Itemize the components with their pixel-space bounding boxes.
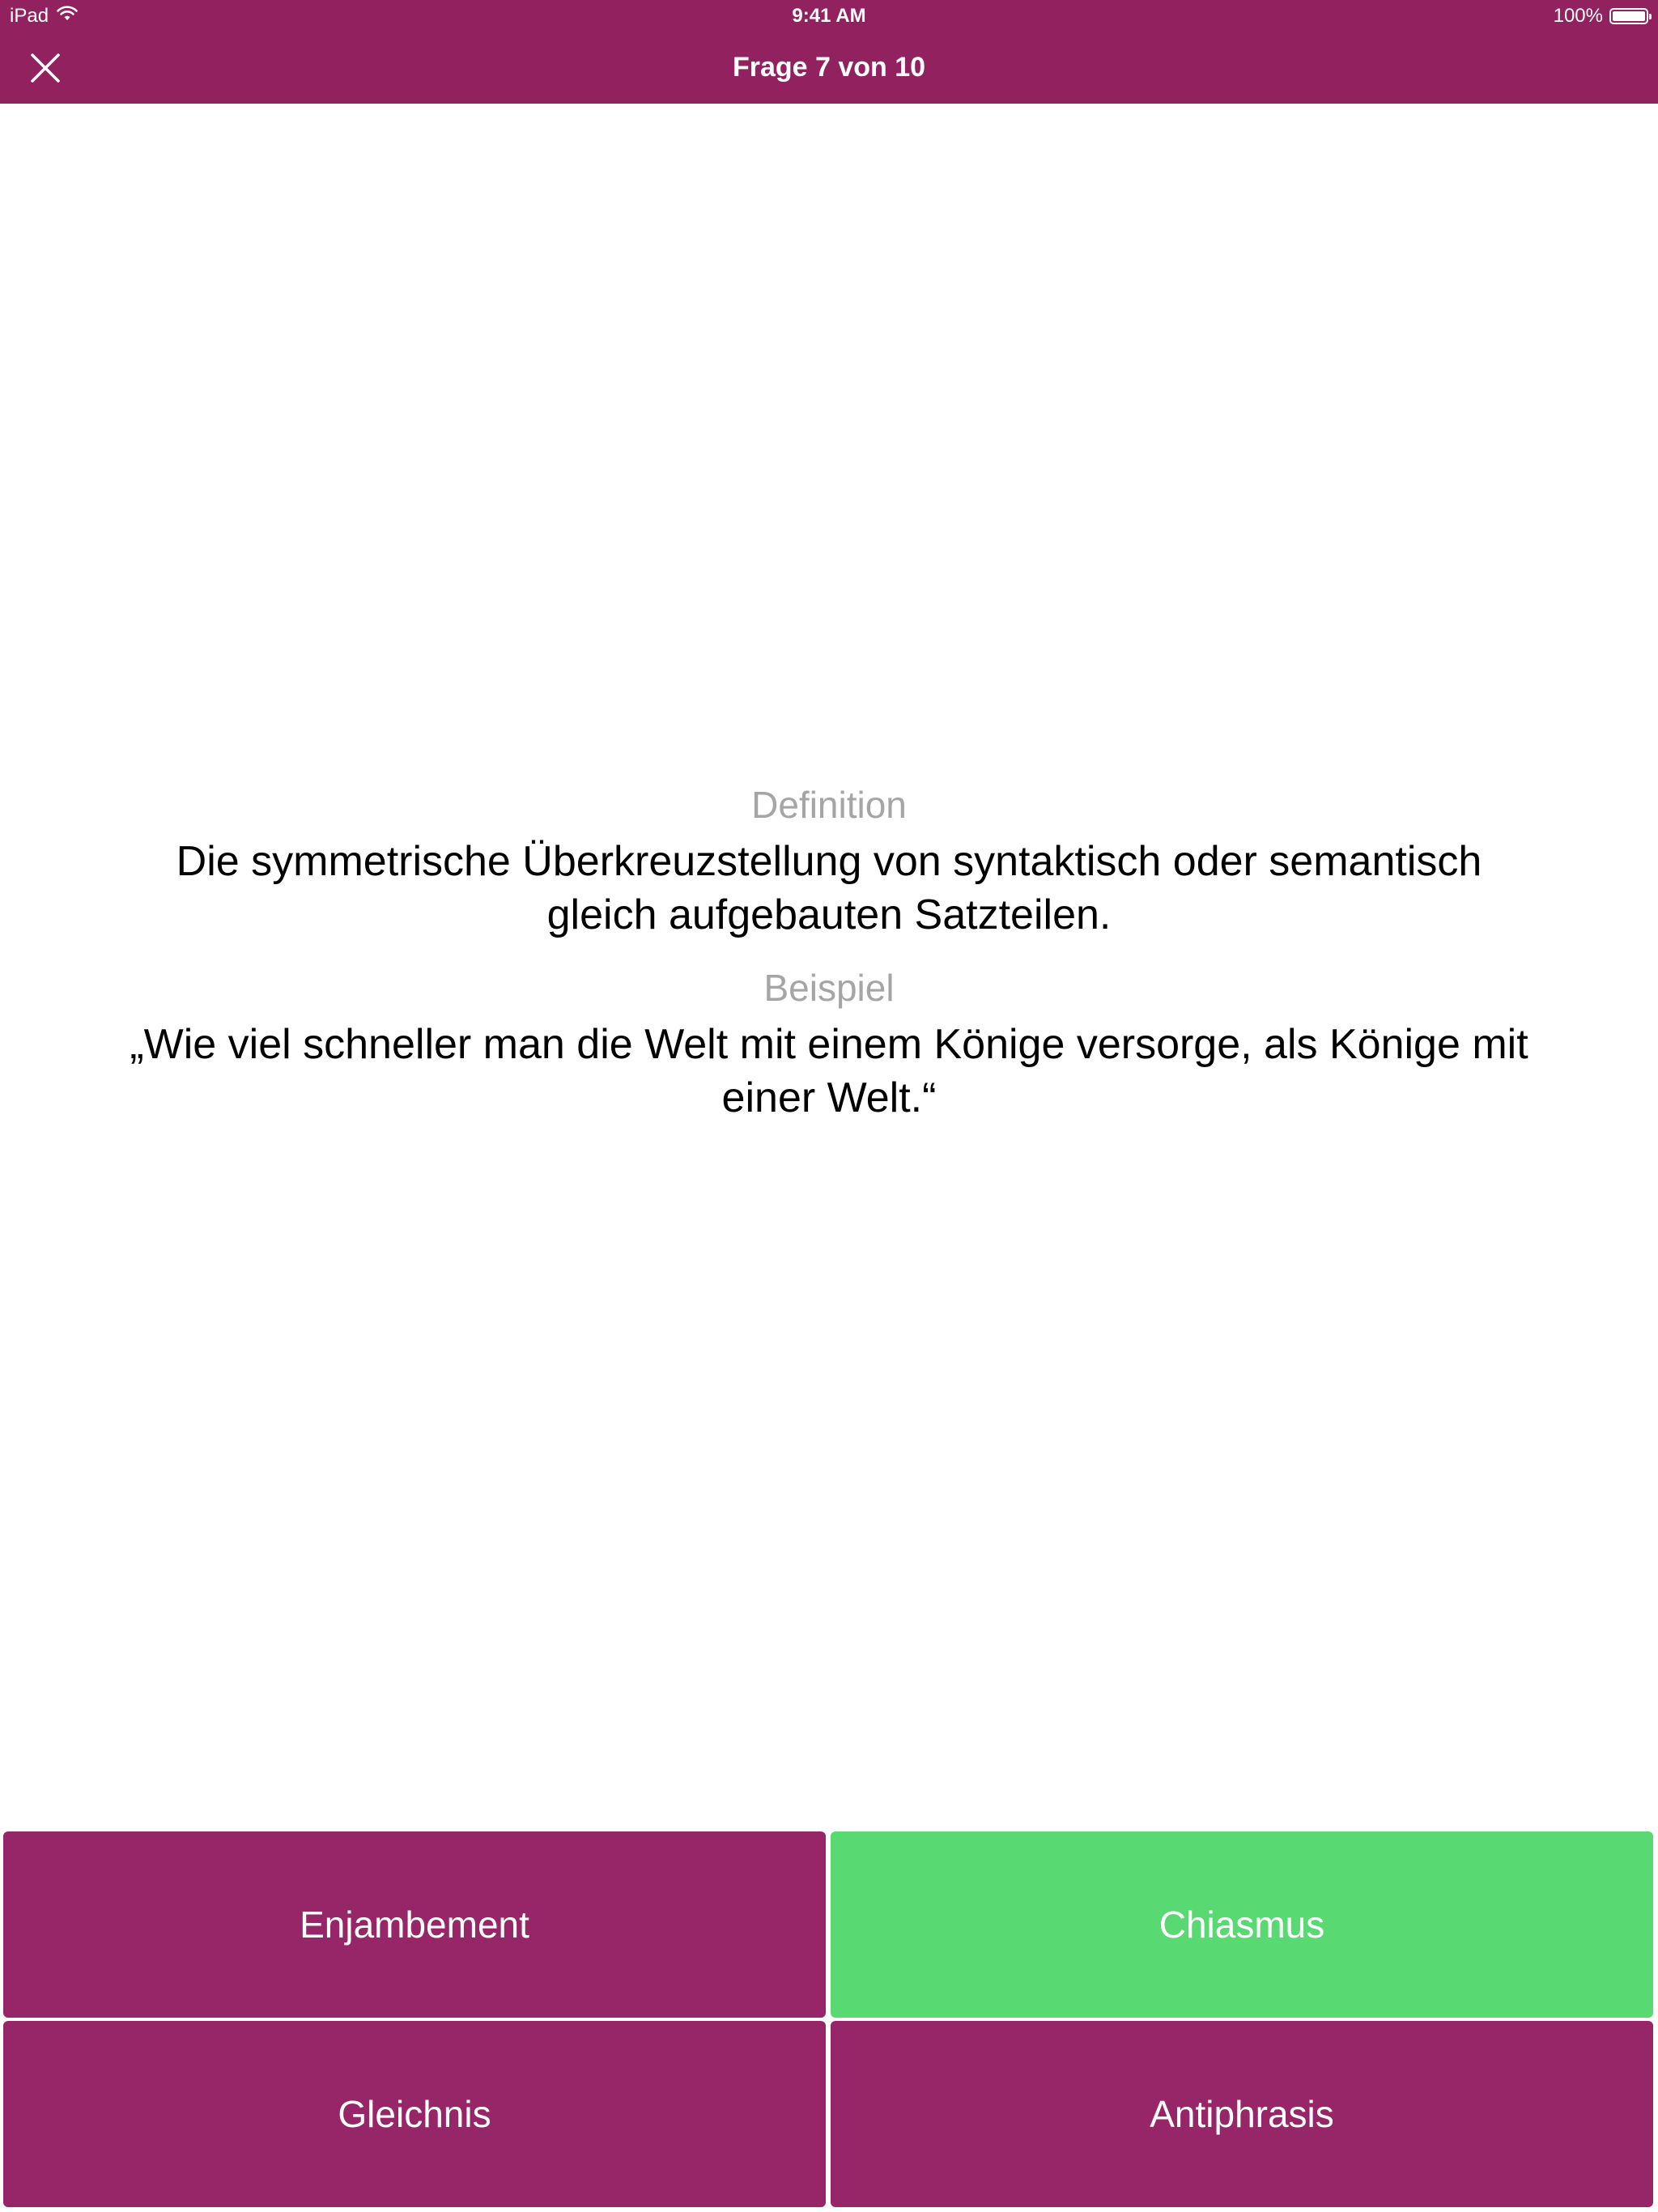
answer-button-chiasmus[interactable]: Chiasmus xyxy=(831,1831,1653,2018)
answer-grid: Enjambement Chiasmus Gleichnis Antiphras… xyxy=(0,1831,1658,2209)
definition-label: Definition xyxy=(751,784,907,826)
answer-label: Enjambement xyxy=(300,1904,529,1946)
battery-icon xyxy=(1609,8,1652,24)
battery-fill xyxy=(1613,11,1645,21)
question-card: Definition Die symmetrische Überkreuzste… xyxy=(0,104,1658,1828)
example-label: Beispiel xyxy=(763,967,895,1009)
page-title: Frage 7 von 10 xyxy=(732,52,926,83)
answer-label: Antiphrasis xyxy=(1150,2093,1334,2135)
answer-button-gleichnis[interactable]: Gleichnis xyxy=(3,2021,826,2207)
battery-percent: 100% xyxy=(1553,5,1603,27)
answer-label: Gleichnis xyxy=(338,2093,491,2135)
answer-button-enjambement[interactable]: Enjambement xyxy=(3,1831,826,2018)
answer-label: Chiasmus xyxy=(1158,1904,1325,1946)
nav-bar: Frage 7 von 10 xyxy=(0,32,1658,104)
answer-button-antiphrasis[interactable]: Antiphrasis xyxy=(831,2021,1653,2207)
status-time: 9:41 AM xyxy=(792,5,866,27)
status-bar: iPad 9:41 AM 100% xyxy=(0,0,1658,32)
status-right: 100% xyxy=(1553,5,1652,28)
definition-text: Die symmetrische Überkreuzstellung von s… xyxy=(176,838,1482,938)
example-text: „Wie viel schneller man die Welt mit ein… xyxy=(130,1021,1528,1121)
